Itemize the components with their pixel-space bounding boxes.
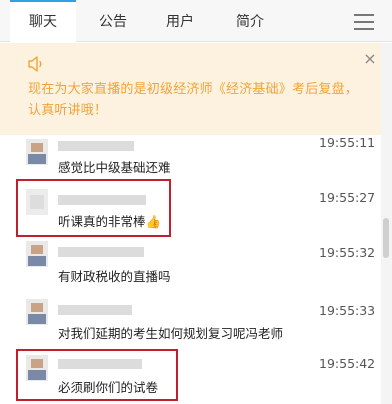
chat-message-list: 19:55:11 感觉比中级基础还难 19:55:27 听课真的非常棒👍 19:… — [0, 135, 392, 404]
message-text: 对我们延期的考生如何规划复习呢冯老师 — [58, 326, 284, 341]
message-time: 19:55:27 — [319, 190, 376, 205]
username-redacted — [58, 247, 144, 257]
avatar — [26, 139, 48, 165]
announcement-banner: × 现在为大家直播的是初级经济师《经济基础》考后复盘，认真听讲哦！ — [0, 43, 392, 135]
message-time: 19:55:42 — [319, 356, 376, 371]
message-time: 19:55:11 — [319, 135, 376, 150]
chat-message: 19:55:33 对我们延期的考生如何规划复习呢冯老师 — [0, 293, 378, 345]
announcement-text: 现在为大家直播的是初级经济师《经济基础》考后复盘，认真听讲哦！ — [28, 82, 359, 118]
chat-message: 19:55:11 感觉比中级基础还难 — [0, 135, 378, 181]
tab-bar: 聊天 公告 用户 简介 — [0, 0, 392, 43]
message-time: 19:55:33 — [319, 303, 376, 318]
message-time: 19:55:32 — [319, 245, 376, 260]
scrollbar[interactable] — [381, 43, 392, 404]
highlight-box — [16, 179, 171, 237]
avatar — [26, 299, 48, 325]
message-text: 感觉比中级基础还难 — [58, 160, 171, 175]
close-icon[interactable]: × — [360, 49, 380, 69]
scrollbar-thumb[interactable] — [383, 218, 389, 258]
speaker-icon — [28, 56, 42, 72]
tab-introduction[interactable]: 简介 — [226, 0, 274, 42]
hamburger-icon[interactable] — [354, 14, 374, 30]
tab-announcement[interactable]: 公告 — [90, 0, 136, 42]
username-redacted — [58, 305, 132, 315]
username-redacted — [58, 141, 134, 151]
avatar — [26, 241, 48, 267]
message-text: 有财政税收的直播吗 — [58, 269, 171, 284]
tab-users[interactable]: 用户 — [154, 0, 206, 42]
tab-chat[interactable]: 聊天 — [10, 0, 76, 43]
chat-message: 19:55:32 有财政税收的直播吗 — [0, 239, 378, 291]
highlight-box — [16, 349, 178, 401]
